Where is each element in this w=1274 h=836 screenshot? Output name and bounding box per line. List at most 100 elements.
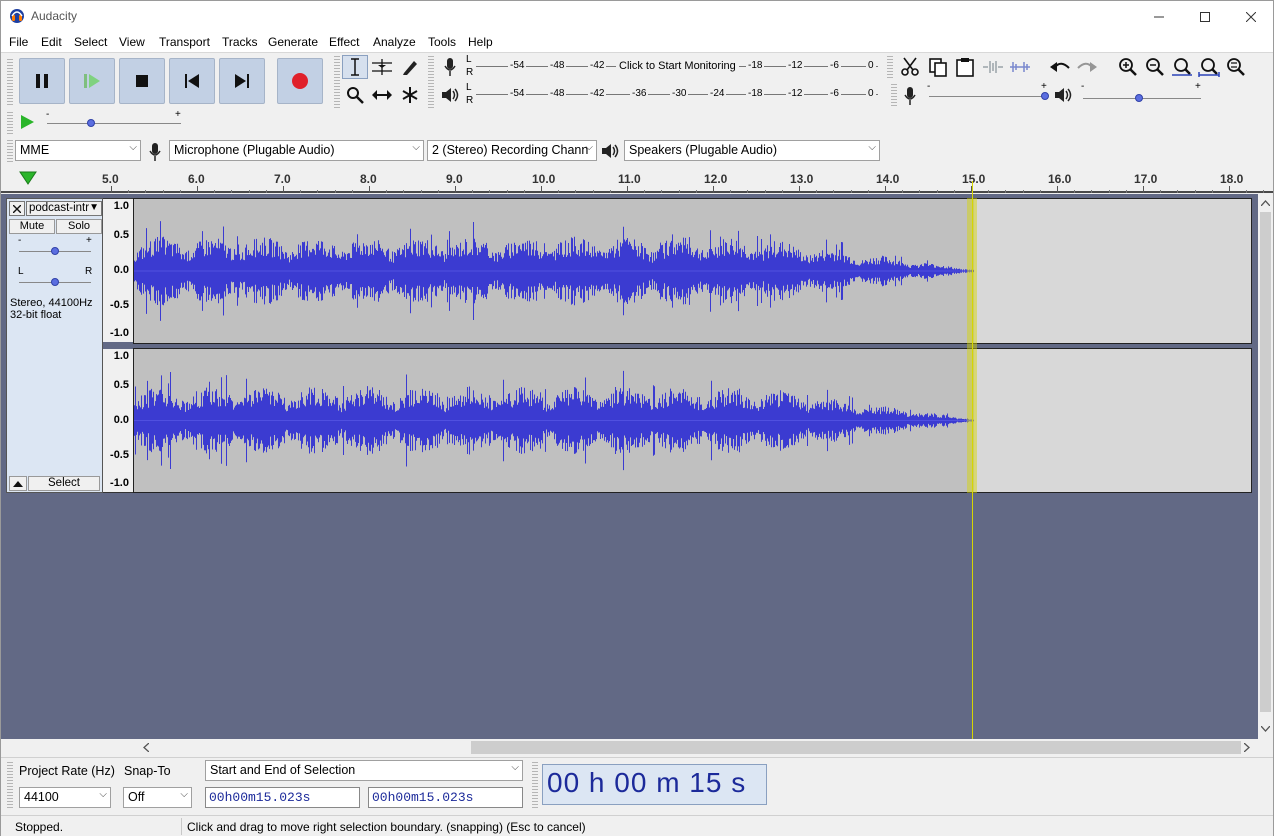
timeline-ruler[interactable]: 5.0 6.0 7.0 8.0 9.0 10.0 11.0 12.0 13.0 14.0 15.0 1… [1,165,1273,193]
copy-button[interactable] [925,55,951,79]
zoom-tool-button[interactable] [342,83,368,107]
selection-cursor-line[interactable] [972,181,973,739]
maximize-button[interactable] [1182,1,1228,32]
selection-toolbar-grip[interactable] [7,762,13,810]
select-track-button[interactable]: Select [28,476,100,491]
audio-host-select[interactable]: MME ⌵ [15,140,141,161]
pause-button[interactable] [19,58,65,104]
vertical-scrollbar[interactable] [1258,194,1273,739]
audio-position-display[interactable]: 00 h 00 m 15 s [542,764,767,805]
playback-volume-thumb[interactable] [1135,94,1143,102]
scroll-right-icon[interactable] [1244,743,1250,752]
recording-device-select[interactable]: Microphone (Plugable Audio) ⌵ [169,140,424,161]
menu-edit[interactable]: Edit [41,35,62,49]
ruler-minor-tick [988,190,990,193]
trim-audio-button[interactable] [980,55,1006,79]
mixer-toolbar-grip[interactable] [891,84,897,108]
undo-button[interactable] [1047,55,1073,79]
time-toolbar-grip[interactable] [532,762,538,810]
ruler-minor-tick [1246,190,1248,193]
playback-meter-button[interactable] [437,83,463,107]
scroll-up-icon[interactable] [1261,200,1270,206]
play-speed-slider[interactable] [47,123,181,124]
menu-transport[interactable]: Transport [159,35,210,49]
play-speed-thumb[interactable] [87,119,95,127]
skip-to-end-button[interactable] [219,58,265,104]
record-volume-slider[interactable] [929,96,1045,97]
device-toolbar-grip[interactable] [7,140,13,162]
multi-tool-button[interactable] [397,83,423,107]
cut-button[interactable] [897,55,923,79]
horizontal-scroll-thumb[interactable] [471,741,1241,754]
record-meter-button[interactable] [437,55,463,79]
menu-help[interactable]: Help [468,35,493,49]
project-rate-select[interactable]: 44100 ⌵ [19,787,111,808]
track-name-menu-button[interactable]: podcast-intr ▼ [26,201,102,216]
skip-to-start-button[interactable] [169,58,215,104]
menu-analyze[interactable]: Analyze [373,35,416,49]
time-shift-tool-button[interactable] [369,83,395,107]
stop-button[interactable] [119,58,165,104]
collapse-track-button[interactable] [9,476,27,491]
ruler-label: 17.0 [1134,172,1158,186]
horizontal-scrollbar[interactable] [136,739,1258,756]
paste-button[interactable] [952,55,978,79]
minimize-button[interactable] [1136,1,1182,32]
selection-tool-button[interactable] [342,55,368,79]
redo-button[interactable] [1074,55,1100,79]
gain-slider-thumb[interactable] [51,247,59,255]
record-button[interactable] [277,58,323,104]
scroll-down-icon[interactable] [1261,726,1270,732]
selection-end-time[interactable]: 00h00m15.023s [368,787,523,808]
meter-toolbar-grip[interactable] [428,56,434,108]
ruler-minor-tick [489,190,491,193]
mute-button[interactable]: Mute [9,219,55,234]
close-button[interactable] [1228,1,1274,32]
mixer-microphone-icon [904,87,916,105]
record-meter[interactable]: -54 -48 -42 Click to Start Monitoring -1… [476,60,878,74]
silence-audio-button[interactable] [1007,55,1033,79]
zoom-in-button[interactable] [1115,55,1141,79]
play-at-speed-grip[interactable] [7,112,13,134]
track-info: Stereo, 44100Hz 32-bit float [10,297,93,321]
draw-tool-button[interactable] [397,55,423,79]
vertical-scroll-thumb[interactable] [1260,212,1271,712]
zoom-out-button[interactable] [1142,55,1168,79]
timeline-play-head-icon[interactable] [19,170,37,186]
selection-start-time[interactable]: 00h00m15.023s [205,787,360,808]
right-channel-waveform[interactable] [133,348,1252,493]
track-close-button[interactable] [9,201,25,216]
pan-slider-thumb[interactable] [51,278,59,286]
left-channel-waveform[interactable] [133,198,1252,344]
zoom-toggle-button[interactable] [1223,55,1249,79]
menu-effect[interactable]: Effect [329,35,359,49]
play-speed-minus: - [46,109,50,120]
play-button[interactable] [69,58,115,104]
menu-file[interactable]: File [9,35,28,49]
selection-mode-select[interactable]: Start and End of Selection ⌵ [205,760,523,781]
edit-toolbar-grip[interactable] [887,56,893,80]
record-monitor-prompt[interactable]: Click to Start Monitoring [616,60,739,72]
playback-device-select[interactable]: Speakers (Plugable Audio) ⌵ [624,140,880,161]
record-volume-thumb[interactable] [1041,92,1049,100]
solo-button[interactable]: Solo [56,219,102,234]
fit-selection-button[interactable] [1169,55,1195,79]
recording-channels-select[interactable]: 2 (Stereo) Recording Chann ⌵ [427,140,597,161]
tools-toolbar-grip[interactable] [334,56,340,108]
envelope-tool-button[interactable] [369,55,395,79]
amplitude-ruler[interactable]: 1.0 0.5 0.0 -0.5 -1.0 1.0 0.5 0.0 -0.5 -… [103,198,133,493]
ruler-tick [1057,186,1058,193]
playback-meter[interactable]: -54 -48 -42 -36 -30 -24 -18 -12 -6 0 [476,88,878,102]
menu-tools[interactable]: Tools [428,35,456,49]
transport-toolbar-grip[interactable] [7,59,13,107]
scroll-left-icon[interactable] [143,743,149,752]
menu-tracks[interactable]: Tracks [222,35,258,49]
menu-select[interactable]: Select [74,35,107,49]
playback-device-value: Speakers (Plugable Audio) [629,143,778,157]
fit-project-button[interactable] [1196,55,1222,79]
chevron-down-icon: ⌵ [412,142,420,153]
play-at-speed-button[interactable] [14,110,40,134]
menu-view[interactable]: View [119,35,145,49]
snap-to-select[interactable]: Off ⌵ [123,787,192,808]
menu-generate[interactable]: Generate [268,35,318,49]
